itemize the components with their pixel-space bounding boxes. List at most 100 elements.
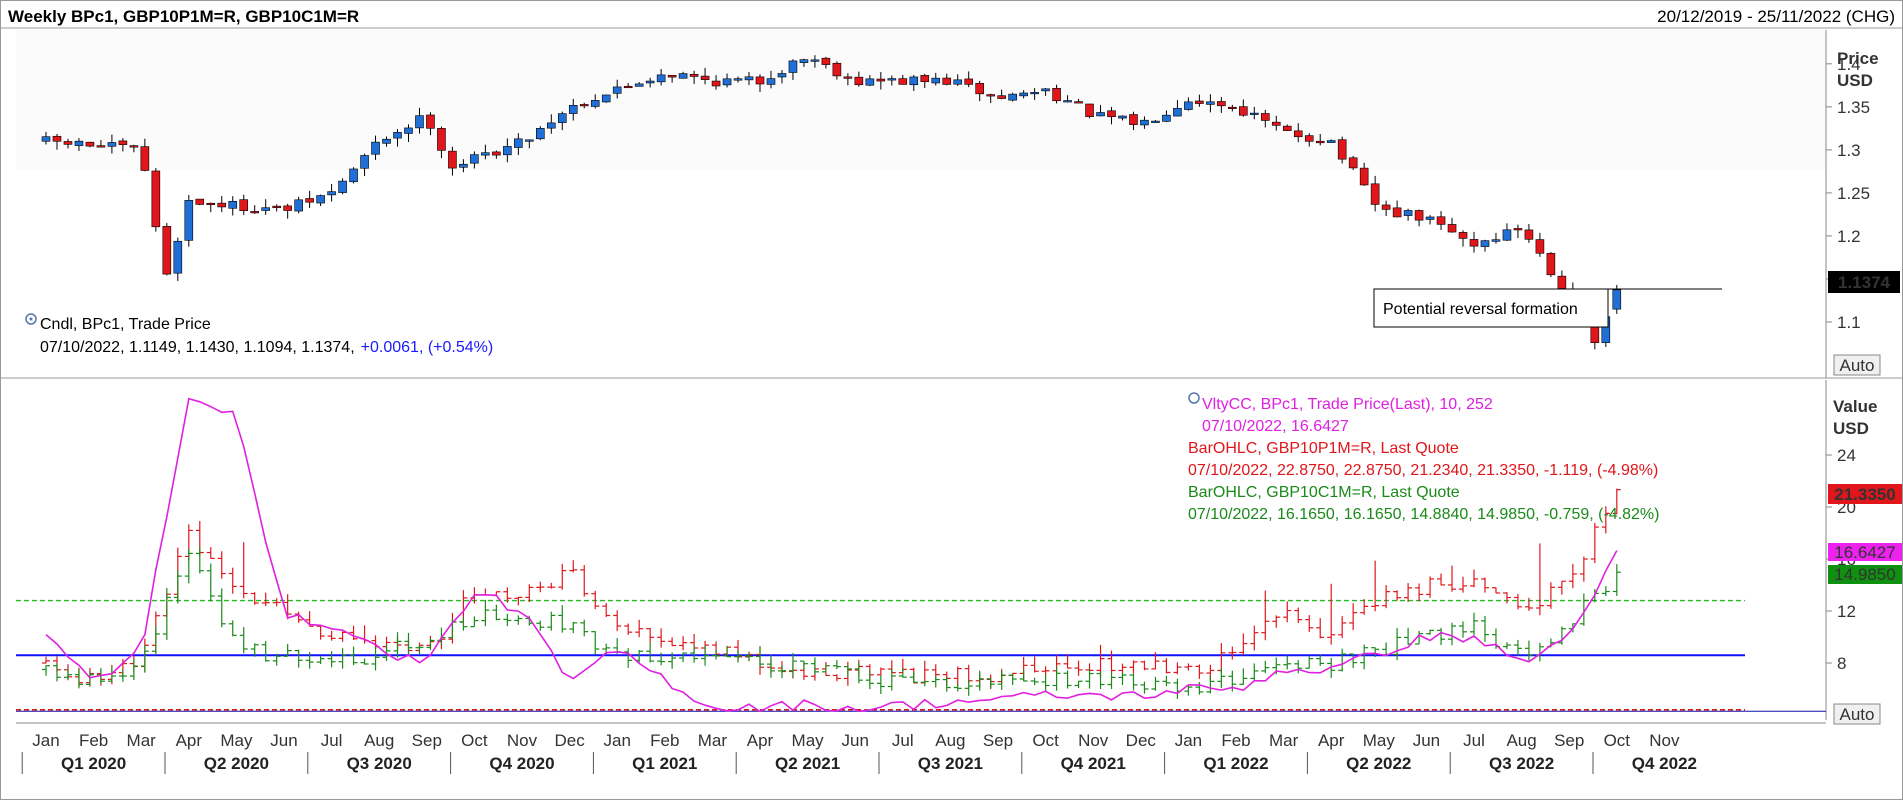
- candle-body: [964, 78, 974, 85]
- candle-body: [689, 73, 699, 77]
- price-auto-label: Auto: [1840, 356, 1875, 375]
- month-label: May: [792, 731, 825, 750]
- candle-body: [250, 211, 260, 214]
- candle-body: [810, 59, 820, 62]
- legend-put-line2: 07/10/2022, 22.8750, 22.8750, 21.2340, 2…: [1188, 462, 1658, 479]
- candle-body: [96, 145, 106, 148]
- quarter-label: Q3 2020: [347, 754, 412, 773]
- candle-body: [975, 83, 984, 95]
- candle-body: [766, 78, 776, 85]
- candle-body: [645, 80, 655, 84]
- candle-body: [623, 85, 633, 89]
- candle-body: [744, 76, 754, 81]
- candle-body: [283, 205, 292, 211]
- candle-body: [1107, 110, 1116, 118]
- candle-body: [876, 78, 886, 82]
- candle-body: [272, 205, 281, 208]
- candle-body: [1271, 121, 1281, 126]
- candle-body: [74, 140, 84, 146]
- candle-body: [931, 77, 941, 84]
- candle-body: [821, 57, 831, 65]
- legend-cndl-values: 07/10/2022, 1.1149, 1.1430, 1.1094, 1.13…: [40, 339, 355, 356]
- quarter-label: Q2 2021: [775, 754, 840, 773]
- quarter-label: Q3 2021: [918, 754, 983, 773]
- candle-body: [1030, 92, 1039, 95]
- month-label: Oct: [1604, 731, 1631, 750]
- month-label: Nov: [1078, 731, 1109, 750]
- value-tick-label: 8: [1837, 654, 1846, 673]
- candle-body: [678, 73, 688, 79]
- month-label: Sep: [1554, 731, 1584, 750]
- candle-body: [920, 75, 930, 83]
- month-label: Dec: [554, 731, 585, 750]
- candle-body: [601, 94, 611, 103]
- candle-body: [217, 202, 227, 208]
- candle-body: [1052, 87, 1061, 102]
- legend-call-line1: BarOHLC, GBP10C1M=R, Last Quote: [1188, 484, 1460, 501]
- candle-body: [536, 128, 545, 140]
- candle-body: [667, 74, 677, 78]
- quarter-label: Q4 2021: [1061, 754, 1126, 773]
- candle-body: [1162, 114, 1171, 122]
- legend-call-line2: 07/10/2022, 16.1650, 16.1650, 14.8840, 1…: [1188, 506, 1659, 523]
- quarter-label: Q1 2021: [632, 754, 697, 773]
- candle-body: [327, 191, 336, 196]
- candle-body: [865, 78, 875, 86]
- month-label: Nov: [507, 731, 538, 750]
- month-label: Dec: [1126, 731, 1157, 750]
- put-value-label: 21.3350: [1834, 485, 1895, 504]
- candle-body: [1513, 228, 1523, 231]
- candle-body: [590, 100, 600, 107]
- month-label: Jan: [1175, 731, 1202, 750]
- legend-vol-line1: VltyCC, BPc1, Trade Price(Last), 10, 252: [1202, 396, 1493, 413]
- month-label: Mar: [698, 731, 728, 750]
- month-label: Jul: [892, 731, 914, 750]
- candle-body: [338, 180, 347, 193]
- candle-body: [1239, 106, 1248, 116]
- month-label: May: [1363, 731, 1396, 750]
- month-label: Jul: [1463, 731, 1485, 750]
- candle-body: [1260, 113, 1270, 121]
- candle-body: [843, 76, 853, 79]
- quarter-label: Q4 2020: [489, 754, 554, 773]
- candle-body: [1469, 239, 1479, 247]
- date-range: 20/12/2019 - 25/11/2022 (CHG): [1657, 7, 1895, 26]
- candle-body: [184, 200, 194, 241]
- candle-body: [173, 240, 183, 274]
- month-label: Feb: [79, 731, 108, 750]
- candle-body: [1206, 101, 1215, 105]
- month-label: Nov: [1649, 731, 1680, 750]
- legend-cndl-line2: 07/10/2022, 1.1149, 1.1430, 1.1094, 1.13…: [40, 339, 493, 356]
- candle-body: [1392, 207, 1402, 218]
- candle-body: [470, 154, 479, 164]
- candle-body: [1315, 140, 1325, 144]
- candle-body: [1348, 157, 1358, 169]
- quarter-label: Q1 2020: [61, 754, 126, 773]
- legend-put-line1: BarOHLC, GBP10P1M=R, Last Quote: [1188, 440, 1459, 457]
- quarter-label: Q2 2022: [1346, 754, 1411, 773]
- candle-body: [579, 104, 589, 107]
- candle-body: [404, 127, 413, 134]
- candle-body: [1096, 112, 1105, 117]
- candle-body: [492, 151, 501, 156]
- candle-body: [360, 155, 369, 169]
- candle-body: [1195, 100, 1204, 104]
- candle-body: [481, 152, 490, 156]
- month-label: Apr: [176, 731, 203, 750]
- value-tick-label: 24: [1837, 446, 1856, 465]
- quarter-label: Q4 2022: [1632, 754, 1697, 773]
- candle-body: [1337, 139, 1347, 160]
- candle-body: [52, 135, 62, 142]
- price-axis-title: Price: [1837, 49, 1879, 68]
- month-label: Aug: [1506, 731, 1536, 750]
- candle-body: [568, 105, 578, 114]
- candle-body: [612, 86, 622, 94]
- candle-body: [1282, 125, 1292, 131]
- month-label: Feb: [650, 731, 679, 750]
- candle-body: [1063, 100, 1072, 103]
- month-label: Jun: [270, 731, 297, 750]
- month-label: Oct: [1032, 731, 1059, 750]
- month-label: Apr: [747, 731, 774, 750]
- candle-body: [41, 136, 51, 142]
- candle-body: [294, 199, 303, 212]
